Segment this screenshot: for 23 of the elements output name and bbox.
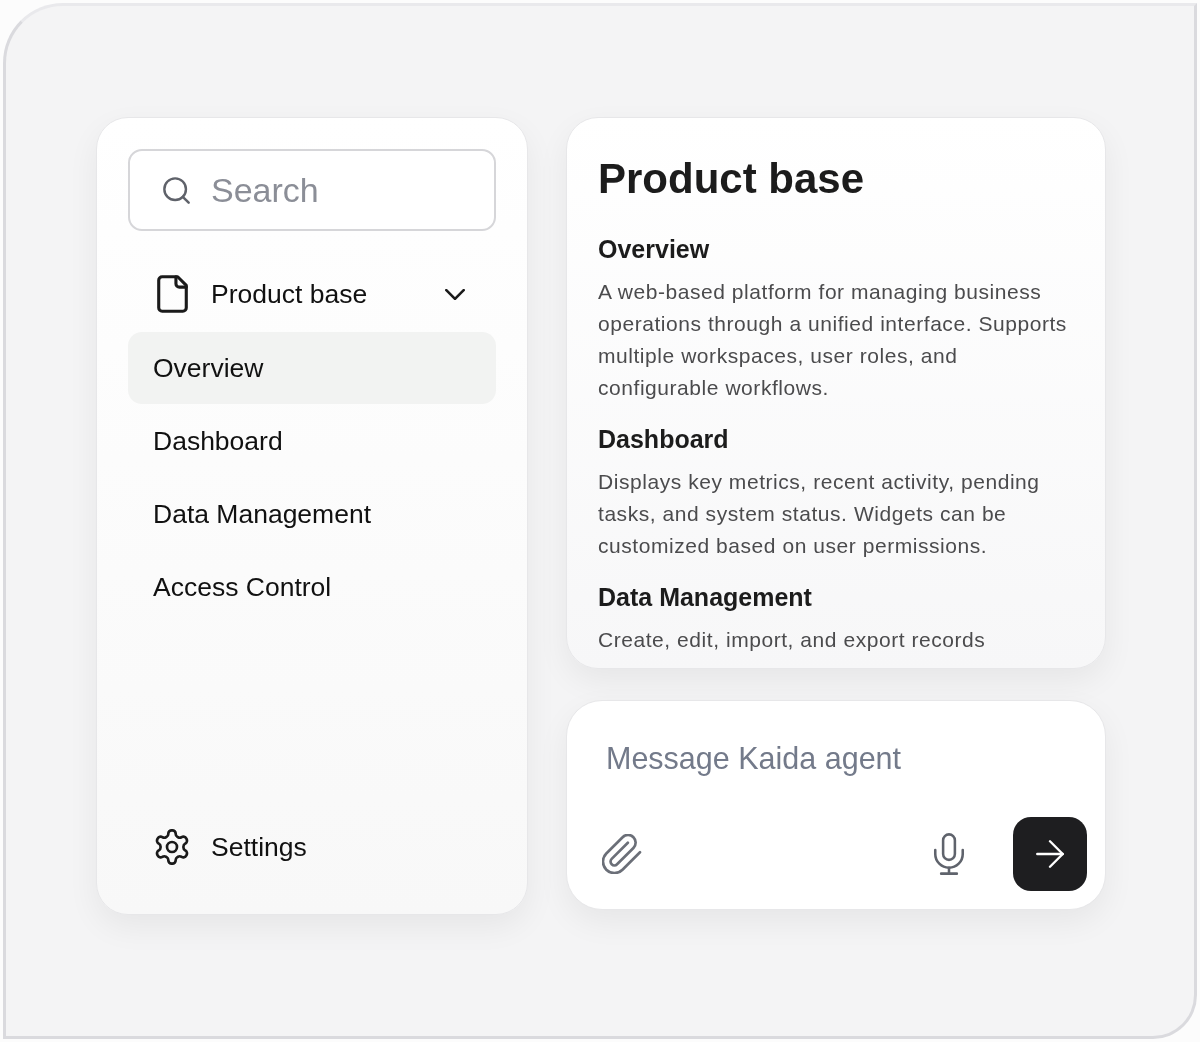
attach-button[interactable] bbox=[602, 834, 642, 874]
section-heading: Data Management bbox=[598, 582, 813, 612]
search-icon bbox=[163, 177, 190, 204]
send-button[interactable] bbox=[1013, 817, 1087, 891]
microphone-icon bbox=[933, 833, 965, 875]
microphone-button[interactable] bbox=[933, 833, 965, 875]
section-toggle[interactable]: Product base bbox=[128, 262, 496, 326]
section-text: A web-based platform for managing business operations through a unified interface. Supports multiple workspaces, user roles, and configurable workflows. bbox=[598, 279, 1068, 401]
search-field[interactable]: Search bbox=[128, 149, 496, 231]
section-heading: Overview bbox=[598, 234, 711, 264]
section-text: Displays key metrics, recent activity, pending tasks, and system status. Widgets can be customized based on user permissions. bbox=[598, 469, 1041, 559]
nav-item[interactable]: Dashboard bbox=[128, 405, 496, 477]
section-heading: Dashboard bbox=[598, 424, 730, 454]
settings-icon bbox=[154, 829, 190, 865]
section-text: Create, edit, import, and export records bbox=[598, 627, 987, 653]
settings-button[interactable]: Settings bbox=[128, 815, 496, 879]
paperclip-icon bbox=[602, 834, 642, 874]
message-input[interactable]: Message Kaida agent bbox=[606, 738, 1087, 778]
nav-item[interactable]: Data Management bbox=[128, 478, 496, 550]
nav-item[interactable]: Access Control bbox=[128, 551, 496, 623]
document-title: Product base bbox=[598, 154, 866, 204]
nav-item[interactable]: Overview bbox=[128, 332, 496, 404]
file-icon bbox=[157, 275, 188, 313]
